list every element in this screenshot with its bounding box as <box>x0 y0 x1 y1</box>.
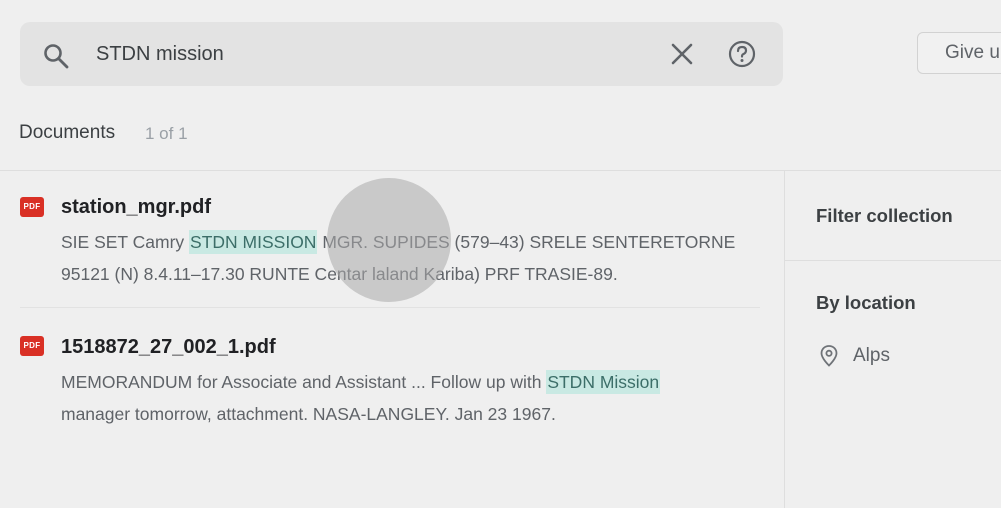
result-snippet-line: MEMORANDUM for Associate and Assistant .… <box>61 366 761 398</box>
search-input[interactable] <box>96 42 616 66</box>
give-feedback-button[interactable]: Give u <box>917 32 1001 74</box>
sidebar-divider <box>784 171 785 508</box>
snippet-highlight: STDN Mission <box>546 370 661 394</box>
result-divider <box>20 307 760 308</box>
header-divider <box>0 170 1001 171</box>
snippet-text: MGR. SUPIDES (579–43) SRELE SENTERETORNE <box>317 232 736 252</box>
result-title[interactable]: 1518872_27_002_1.pdf <box>61 336 276 359</box>
result-snippet-line: 95121 (N) 8.4.11–17.30 RUNTE Centar lala… <box>61 264 618 284</box>
pdf-icon: PDF <box>20 336 44 356</box>
documents-count: 1 of 1 <box>145 124 188 143</box>
result-snippet-line: manager tomorrow, attachment. NASA-LANGL… <box>61 404 556 424</box>
snippet-text: SIE SET Camry <box>61 232 190 252</box>
location-label: Alps <box>853 345 890 366</box>
close-icon[interactable] <box>668 40 696 68</box>
page: Give u Documents 1 of 1 PDF station_mgr.… <box>0 0 1001 508</box>
snippet-highlight: STDN MISSION <box>189 230 318 254</box>
filter-divider <box>785 260 1001 261</box>
snippet-text: MEMORANDUM for Associate and Assistant .… <box>61 372 547 392</box>
result-snippet-line: SIE SET Camry STDN MISSION MGR. SUPIDES … <box>61 226 761 258</box>
location-filter-alps[interactable]: Alps <box>818 344 890 368</box>
documents-heading: Documents <box>19 122 116 143</box>
help-icon[interactable] <box>727 39 757 69</box>
result-title[interactable]: station_mgr.pdf <box>61 196 211 219</box>
location-pin-icon <box>820 345 838 367</box>
search-icon[interactable] <box>42 42 70 70</box>
pdf-icon: PDF <box>20 197 44 217</box>
by-location-heading: By location <box>816 292 916 313</box>
filter-collection-heading: Filter collection <box>816 205 953 226</box>
